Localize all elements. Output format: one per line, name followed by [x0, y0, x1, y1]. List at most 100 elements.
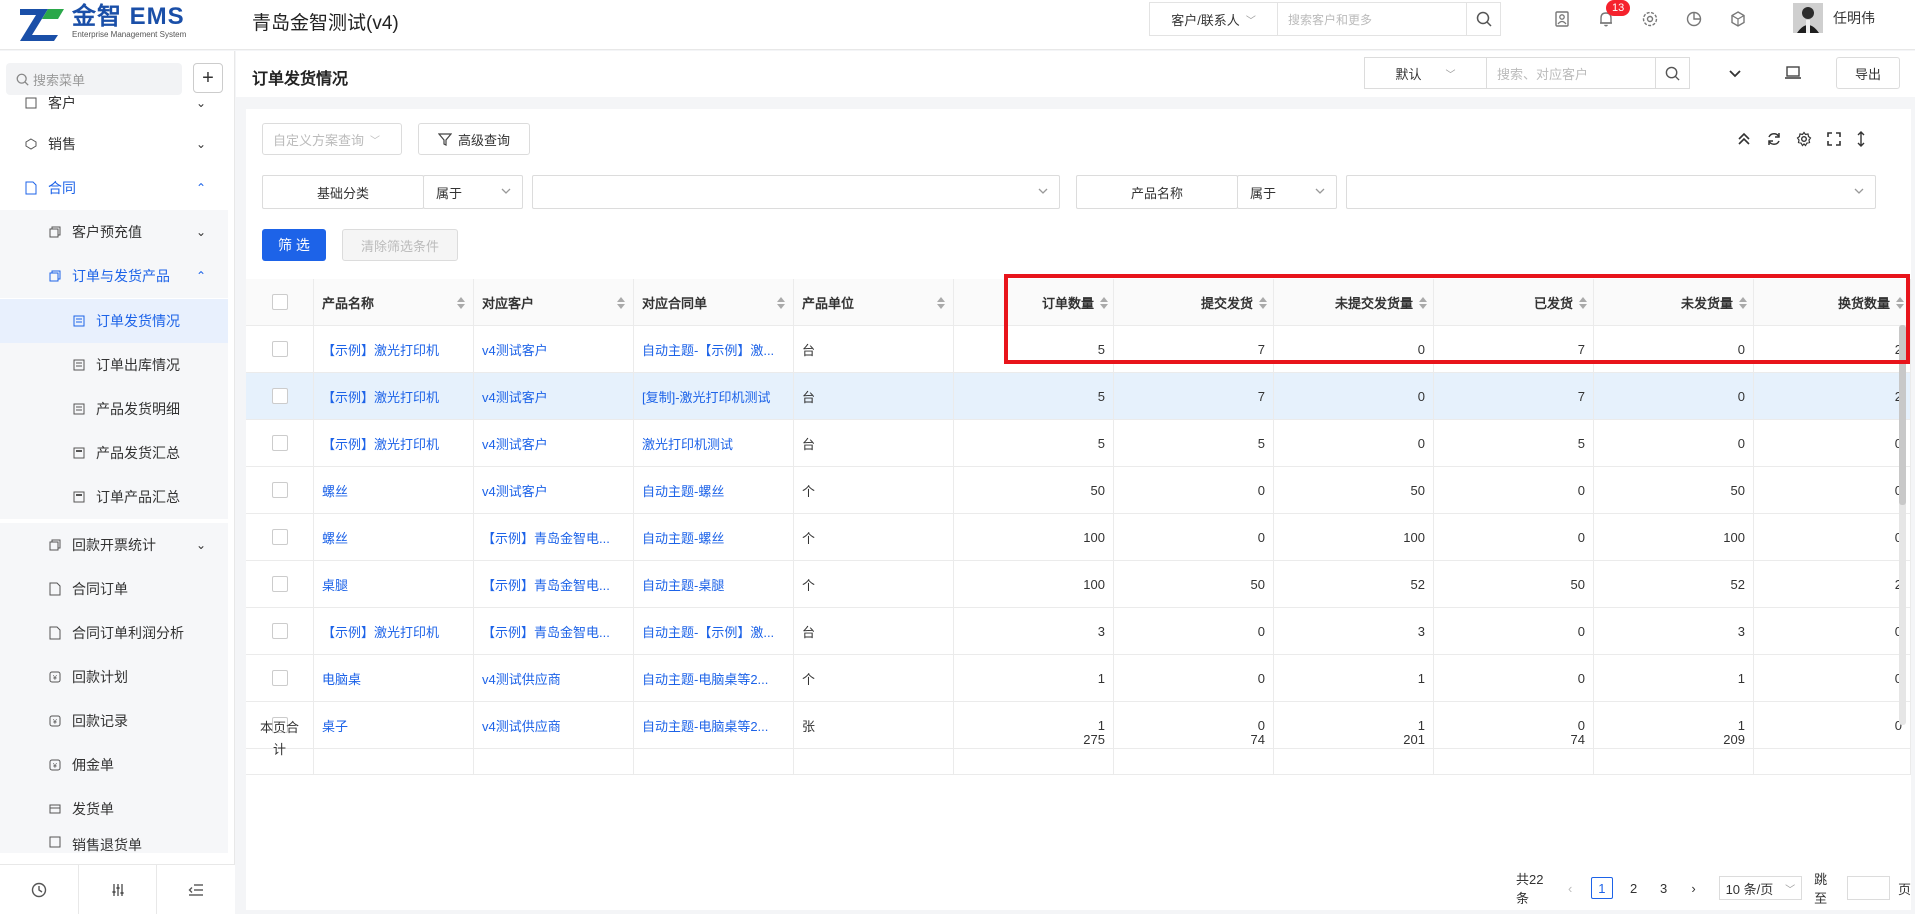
table-row[interactable]: 桌腿【示例】青岛金智电...自动主题-桌腿个100505250522: [246, 561, 1911, 608]
page-3[interactable]: 3: [1655, 877, 1673, 899]
global-search-input[interactable]: 搜索客户和更多: [1278, 11, 1466, 28]
sidebar-item-order-delivery-status[interactable]: 订单发货情况: [0, 299, 228, 343]
settings-icon[interactable]: [1796, 131, 1812, 147]
user-menu[interactable]: 任明伟: [1793, 3, 1875, 33]
row-checkbox[interactable]: [271, 529, 288, 545]
cell-customer[interactable]: v4测试客户: [474, 420, 634, 466]
column-header[interactable]: 提交发货: [1114, 279, 1274, 325]
cell-contract[interactable]: 自动主题-【示例】激...: [634, 326, 794, 372]
table-scrollbar[interactable]: [1899, 325, 1906, 725]
print-icon[interactable]: [1784, 64, 1802, 85]
sidebar-item-product-delivery-summary[interactable]: 产品发货汇总: [0, 431, 228, 475]
filter-value-select[interactable]: [1346, 175, 1876, 209]
cell-customer[interactable]: v4测试客户: [474, 373, 634, 419]
row-checkbox[interactable]: [271, 388, 288, 404]
prev-page-icon[interactable]: ‹: [1561, 877, 1579, 899]
cell-customer[interactable]: 【示例】青岛金智电...: [474, 561, 634, 607]
column-header[interactable]: 对应客户: [474, 279, 634, 325]
sidebar-item-payment-plan[interactable]: ¥ 回款计划: [0, 655, 228, 699]
column-header[interactable]: 未提交发货量: [1274, 279, 1434, 325]
cell-contract[interactable]: 自动主题-螺丝: [634, 467, 794, 513]
row-checkbox[interactable]: [271, 670, 288, 686]
row-checkbox[interactable]: [271, 341, 288, 357]
sidebar-item-sales-return[interactable]: 销售退货单: [0, 831, 228, 853]
column-header[interactable]: 订单数量: [1002, 279, 1114, 325]
sidebar-item-product-delivery-detail[interactable]: 产品发货明细: [0, 387, 228, 431]
add-button[interactable]: +: [193, 63, 223, 93]
gear-icon[interactable]: [1628, 7, 1672, 31]
cell-contract[interactable]: 激光打印机测试: [634, 420, 794, 466]
collapse-up-icon[interactable]: [1736, 131, 1752, 147]
row-checkbox[interactable]: [271, 435, 288, 451]
sidebar-item-contract[interactable]: 合同 ⌃: [0, 166, 228, 210]
search-scope-select[interactable]: 客户/联系人 ﹀: [1150, 3, 1278, 35]
sliders-icon[interactable]: [79, 865, 158, 914]
next-page-icon[interactable]: ›: [1685, 877, 1703, 899]
column-header[interactable]: 产品名称: [314, 279, 474, 325]
column-header[interactable]: 已发货: [1434, 279, 1594, 325]
sidebar-item-prepay[interactable]: 客户预充值 ⌄: [0, 210, 228, 254]
select-all-checkbox[interactable]: [271, 294, 288, 310]
advanced-query-button[interactable]: 高级查询: [418, 123, 530, 155]
cell-customer[interactable]: 【示例】青岛金智电...: [474, 608, 634, 654]
table-row[interactable]: 螺丝v4测试客户自动主题-螺丝个500500500: [246, 467, 1911, 514]
column-header[interactable]: 换货数量: [1754, 279, 1911, 325]
sidebar-item-customer[interactable]: 客户 ⌄: [0, 91, 228, 115]
cell-customer[interactable]: v4测试供应商: [474, 655, 634, 701]
cell-product-name[interactable]: 电脑桌: [314, 655, 474, 701]
bell-icon[interactable]: 13: [1584, 0, 1631, 31]
scrollbar-thumb[interactable]: [1899, 325, 1906, 505]
search-button[interactable]: [1655, 58, 1689, 88]
table-row[interactable]: 【示例】激光打印机v4测试客户[复制]-激光打印机测试台570702: [246, 373, 1911, 420]
sidebar-item-order-product-summary[interactable]: 订单产品汇总: [0, 475, 228, 519]
row-checkbox[interactable]: [271, 482, 288, 498]
contacts-icon[interactable]: [1540, 7, 1584, 31]
row-checkbox[interactable]: [271, 576, 288, 592]
export-button[interactable]: 导出: [1836, 57, 1900, 89]
cell-contract[interactable]: 自动主题-螺丝: [634, 514, 794, 560]
page-search-input[interactable]: 搜索、对应客户: [1487, 64, 1655, 83]
collapse-menu-icon[interactable]: [157, 865, 235, 914]
filter-operator-select[interactable]: 属于: [1237, 175, 1337, 209]
page-1[interactable]: 1: [1591, 877, 1613, 899]
sidebar-item-delivery-note[interactable]: 发货单: [0, 787, 228, 831]
cube-icon[interactable]: [1716, 7, 1760, 31]
column-header[interactable]: 对应合同单: [634, 279, 794, 325]
column-height-icon[interactable]: [1856, 131, 1866, 147]
cell-product-name[interactable]: 【示例】激光打印机: [314, 608, 474, 654]
cell-product-name[interactable]: 【示例】激光打印机: [314, 326, 474, 372]
cell-product-name[interactable]: 螺丝: [314, 514, 474, 560]
filter-value-select[interactable]: [532, 175, 1060, 209]
sidebar-item-order-outbound[interactable]: 订单出库情况: [0, 343, 228, 387]
cell-customer[interactable]: 【示例】青岛金智电...: [474, 514, 634, 560]
cell-contract[interactable]: 自动主题-电脑桌等2...: [634, 655, 794, 701]
cell-contract[interactable]: 自动主题-【示例】激...: [634, 608, 794, 654]
sidebar-item-payment-records[interactable]: ¥ 回款记录: [0, 699, 228, 743]
history-icon[interactable]: [0, 865, 79, 914]
fullscreen-icon[interactable]: [1826, 131, 1842, 147]
view-select[interactable]: 默认 ﹀: [1365, 58, 1487, 88]
logo[interactable]: 金智 EMS Enterprise Management System: [18, 2, 186, 42]
refresh-icon[interactable]: [1766, 131, 1782, 147]
clear-filters-button[interactable]: 清除筛选条件: [342, 229, 458, 261]
filter-operator-select[interactable]: 属于: [423, 175, 523, 209]
sidebar-item-profit-analysis[interactable]: 合同订单利润分析: [0, 611, 228, 655]
cell-product-name[interactable]: 螺丝: [314, 467, 474, 513]
table-row[interactable]: 【示例】激光打印机v4测试客户激光打印机测试台550500: [246, 420, 1911, 467]
column-header[interactable]: 产品单位: [794, 279, 954, 325]
sidebar-item-contract-orders[interactable]: 合同订单: [0, 567, 228, 611]
cell-customer[interactable]: v4测试客户: [474, 326, 634, 372]
sidebar-item-commission[interactable]: ¥ 佣金单: [0, 743, 228, 787]
page-size-select[interactable]: 10 条/页 ﹀: [1718, 876, 1803, 900]
jump-page-input[interactable]: [1847, 876, 1890, 900]
expand-chevron-icon[interactable]: [1728, 66, 1742, 82]
cell-customer[interactable]: v4测试客户: [474, 467, 634, 513]
scheme-select[interactable]: 自定义方案查询 ﹀: [262, 123, 402, 155]
pie-chart-icon[interactable]: [1672, 7, 1716, 31]
page-2[interactable]: 2: [1625, 877, 1643, 899]
cell-contract[interactable]: [复制]-激光打印机测试: [634, 373, 794, 419]
table-row[interactable]: 【示例】激光打印机v4测试客户自动主题-【示例】激...台570702: [246, 326, 1911, 373]
search-button[interactable]: [1466, 3, 1500, 35]
sidebar-item-payment-invoice-stats[interactable]: 回款开票统计 ⌄: [0, 523, 228, 567]
table-row[interactable]: 【示例】激光打印机 【示例】青岛金智电... 自动主题-【示例】激... 台 3 0 3 0 3…: [246, 608, 1911, 655]
